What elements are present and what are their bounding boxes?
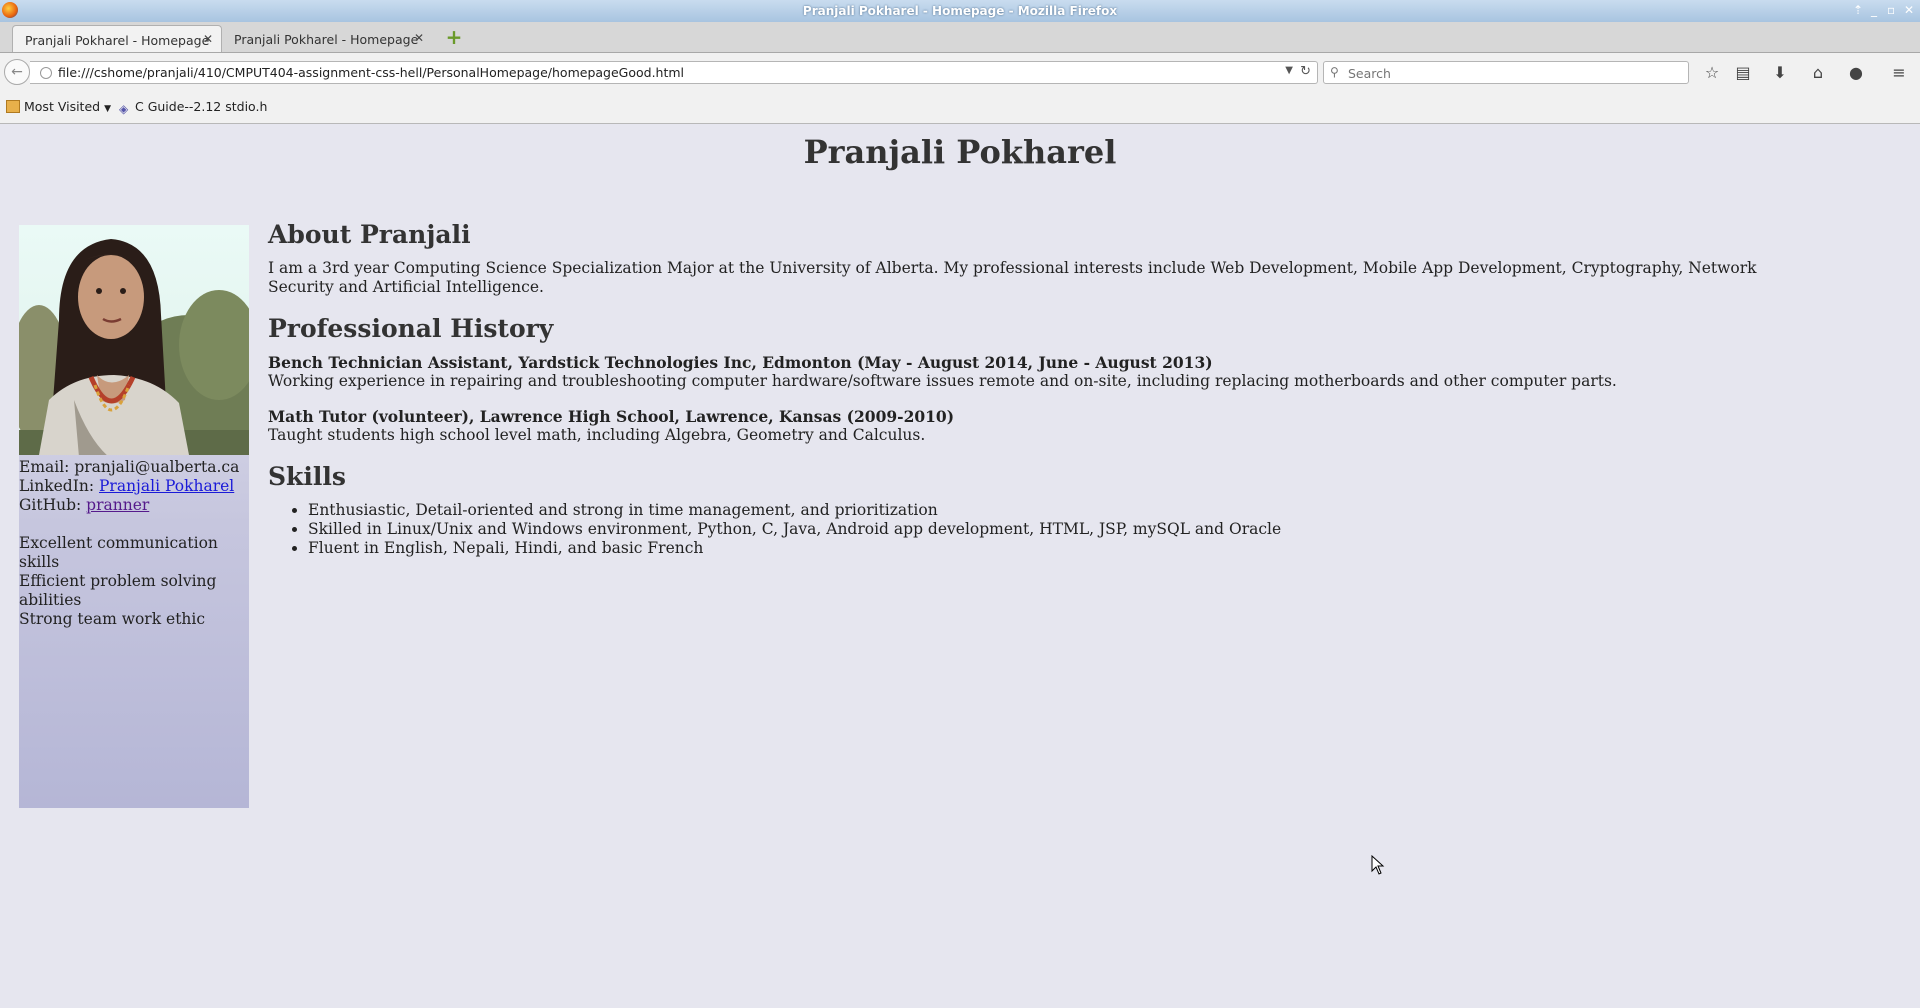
bookmark-c-guide[interactable]: ◈ C Guide--2.12 stdio.h bbox=[119, 99, 268, 116]
main-content: About Pranjali I am a 3rd year Computing… bbox=[268, 220, 1798, 558]
trait-item: Efficient problem solving abilities bbox=[19, 572, 217, 609]
back-arrow-icon: ← bbox=[11, 64, 23, 80]
skills-list: Enthusiastic, Detail-oriented and strong… bbox=[268, 501, 1798, 558]
skill-item: Skilled in Linux/Unix and Windows enviro… bbox=[308, 520, 1798, 539]
search-icon: ⚲ bbox=[1330, 65, 1339, 79]
linkedin-row: LinkedIn: Pranjali Pokharel bbox=[19, 477, 249, 496]
tab-label: Pranjali Pokharel - Homepage bbox=[234, 32, 419, 47]
github-link[interactable]: pranner bbox=[86, 496, 149, 514]
mouse-cursor-icon bbox=[1371, 855, 1385, 875]
search-bar[interactable]: ⚲ bbox=[1323, 61, 1689, 84]
skills-heading: Skills bbox=[268, 462, 346, 491]
reload-icon[interactable]: ↻ bbox=[1300, 64, 1311, 79]
back-button[interactable]: ← bbox=[4, 59, 30, 85]
url-bar[interactable]: file:///cshome/pranjali/410/CMPUT404-ass… bbox=[30, 61, 1318, 84]
new-tab-icon[interactable]: + bbox=[444, 27, 464, 48]
about-text: I am a 3rd year Computing Science Specia… bbox=[268, 259, 1757, 296]
diamond-icon: ◈ bbox=[119, 102, 129, 116]
linkedin-label: LinkedIn: bbox=[19, 477, 95, 495]
job-entry: Bench Technician Assistant, Yardstick Te… bbox=[268, 353, 1798, 391]
github-label: GitHub: bbox=[19, 496, 82, 514]
trait-item: Excellent communication skills bbox=[19, 534, 218, 571]
page-title: Pranjali Pokharel bbox=[803, 133, 1117, 171]
menu-icon[interactable]: ≡ bbox=[1887, 62, 1911, 84]
bookmark-label: Most Visited bbox=[24, 99, 101, 114]
minimize-icon[interactable]: _ bbox=[1871, 3, 1877, 17]
bookmark-most-visited[interactable]: Most Visited ▼ bbox=[6, 99, 111, 114]
bookmarks-toolbar: Most Visited ▼ ◈ C Guide--2.12 stdio.h bbox=[0, 90, 1920, 124]
about-heading: About Pranjali bbox=[268, 220, 471, 249]
reading-list-icon[interactable]: ▤ bbox=[1731, 62, 1755, 84]
bookmark-label: C Guide--2.12 stdio.h bbox=[135, 99, 268, 114]
job-description: Working experience in repairing and trou… bbox=[268, 372, 1617, 390]
traits-list: Excellent communication skills Efficient… bbox=[19, 534, 249, 629]
tab-homepage-active[interactable]: Pranjali Pokharel - Homepage ✕ bbox=[12, 25, 222, 52]
url-text[interactable]: file:///cshome/pranjali/410/CMPUT404-ass… bbox=[58, 65, 684, 80]
tab-label: Pranjali Pokharel - Homepage bbox=[25, 33, 210, 48]
maximize-icon[interactable]: ▫ bbox=[1887, 3, 1895, 17]
tab-homepage[interactable]: Pranjali Pokharel - Homepage ✕ bbox=[222, 25, 432, 52]
window-titlebar: Pranjali Pokharel - Homepage - Mozilla F… bbox=[0, 0, 1920, 23]
url-dropdown-icon[interactable]: ▼ bbox=[1285, 65, 1293, 76]
github-row: GitHub: pranner bbox=[19, 496, 249, 515]
chevron-down-icon: ▼ bbox=[104, 104, 111, 114]
globe-icon bbox=[40, 67, 52, 79]
contact-info: Email: pranjali@ualberta.ca LinkedIn: Pr… bbox=[19, 458, 249, 515]
chat-icon[interactable]: ● bbox=[1844, 62, 1868, 84]
sidebar: Email: pranjali@ualberta.ca LinkedIn: Pr… bbox=[19, 225, 249, 808]
download-icon[interactable]: ⬇ bbox=[1768, 62, 1792, 84]
window-title: Pranjali Pokharel - Homepage - Mozilla F… bbox=[802, 4, 1118, 18]
navigation-bar: ← file:///cshome/pranjali/410/CMPUT404-a… bbox=[0, 53, 1920, 91]
scroll-up-icon[interactable]: ⇡ bbox=[1853, 3, 1863, 17]
skill-item: Fluent in English, Nepali, Hindi, and ba… bbox=[308, 539, 1798, 558]
profile-photo bbox=[19, 225, 249, 455]
trait-item: Strong team work ethic bbox=[19, 610, 206, 628]
job-title: Math Tutor (volunteer), Lawrence High Sc… bbox=[268, 407, 955, 426]
job-title: Bench Technician Assistant, Yardstick Te… bbox=[268, 353, 1213, 372]
linkedin-link[interactable]: Pranjali Pokharel bbox=[99, 477, 234, 495]
home-icon[interactable]: ⌂ bbox=[1806, 62, 1830, 84]
page-content: Pranjali Pokharel Email: pranjali@ualber… bbox=[0, 124, 1920, 1008]
bookmark-star-icon[interactable]: ☆ bbox=[1700, 62, 1724, 84]
folder-icon bbox=[6, 100, 20, 113]
job-entry: Math Tutor (volunteer), Lawrence High Sc… bbox=[268, 407, 1798, 445]
email-text: Email: pranjali@ualberta.ca bbox=[19, 458, 240, 476]
skill-item: Enthusiastic, Detail-oriented and strong… bbox=[308, 501, 1798, 520]
search-input[interactable] bbox=[1346, 64, 1680, 83]
job-description: Taught students high school level math, … bbox=[268, 426, 926, 444]
history-heading: Professional History bbox=[268, 314, 554, 343]
close-tab-icon[interactable]: ✕ bbox=[414, 31, 424, 45]
close-window-icon[interactable]: ✕ bbox=[1904, 3, 1914, 17]
tab-bar: Pranjali Pokharel - Homepage ✕ Pranjali … bbox=[0, 22, 1920, 53]
close-tab-icon[interactable]: ✕ bbox=[203, 32, 213, 46]
